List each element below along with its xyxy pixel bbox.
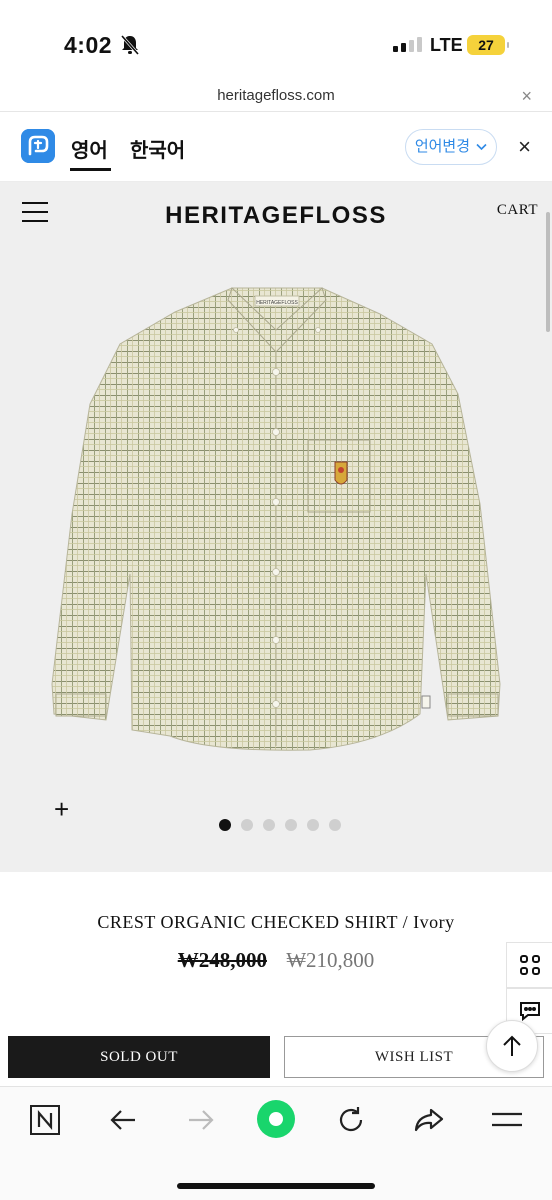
reload-icon[interactable]	[334, 1103, 368, 1137]
change-language-label: 언어변경	[414, 138, 471, 155]
tab-korean[interactable]: 한국어	[130, 134, 185, 163]
menu-icon[interactable]	[490, 1103, 524, 1137]
change-language-button[interactable]: 언어변경	[405, 129, 497, 165]
carousel-dot[interactable]	[241, 819, 253, 831]
product-price: ₩248,000 ₩210,800	[0, 948, 552, 973]
papago-logo-icon[interactable]	[21, 129, 55, 163]
carousel-dot[interactable]	[263, 819, 275, 831]
home-indicator[interactable]	[177, 1183, 375, 1189]
original-price: ₩248,000	[177, 948, 267, 972]
share-icon[interactable]	[412, 1103, 446, 1137]
active-tab-indicator	[70, 168, 111, 171]
arrow-up-icon[interactable]	[486, 1020, 538, 1072]
product-image[interactable]: HERITAGEFLOSS	[50, 274, 502, 854]
carousel-dot[interactable]	[329, 819, 341, 831]
browser-toolbar	[0, 1086, 552, 1200]
carousel-dot[interactable]	[285, 819, 297, 831]
carousel-dot[interactable]	[307, 819, 319, 831]
battery-indicator: 27	[467, 35, 509, 55]
network-label: LTE	[430, 35, 463, 55]
green-circle-icon[interactable]	[256, 1099, 296, 1139]
status-time: 4:02	[64, 32, 113, 58]
bell-slash-icon	[120, 35, 140, 55]
sold-out-button[interactable]: SOLD OUT	[8, 1036, 270, 1078]
site-logo[interactable]: HERITAGEFLOSS	[0, 202, 552, 230]
carousel-dots[interactable]	[0, 819, 552, 831]
url-close-icon[interactable]: ×	[521, 86, 532, 107]
product-title: CREST ORGANIC CHECKED SHIRT / Ivory	[97, 912, 455, 932]
product-gallery: HERITAGEFLOSS CART HERITAGEFLOSS +	[0, 182, 552, 872]
shirt-label-text: HERITAGEFLOSS	[256, 300, 298, 306]
status-bar: 4:02 LTE 27	[0, 0, 552, 80]
signal-icon	[393, 36, 422, 52]
url-text[interactable]: heritagefloss.com	[0, 87, 552, 104]
sale-price: ₩210,800	[286, 948, 375, 972]
cart-link[interactable]: CART	[497, 202, 538, 219]
translate-close-icon[interactable]: ×	[518, 134, 531, 160]
tab-english[interactable]: 영어	[71, 134, 108, 163]
translate-bar: 영어 한국어 언어변경 ×	[0, 112, 552, 182]
scrollbar[interactable]	[546, 212, 550, 332]
carousel-dot[interactable]	[219, 819, 231, 831]
back-arrow-icon[interactable]	[106, 1103, 140, 1137]
grid-icon[interactable]	[506, 942, 552, 988]
forward-arrow-icon[interactable]	[184, 1103, 218, 1137]
naver-n-icon[interactable]	[28, 1103, 62, 1137]
chevron-down-icon	[476, 143, 487, 151]
url-bar[interactable]: heritagefloss.com ×	[0, 80, 552, 112]
